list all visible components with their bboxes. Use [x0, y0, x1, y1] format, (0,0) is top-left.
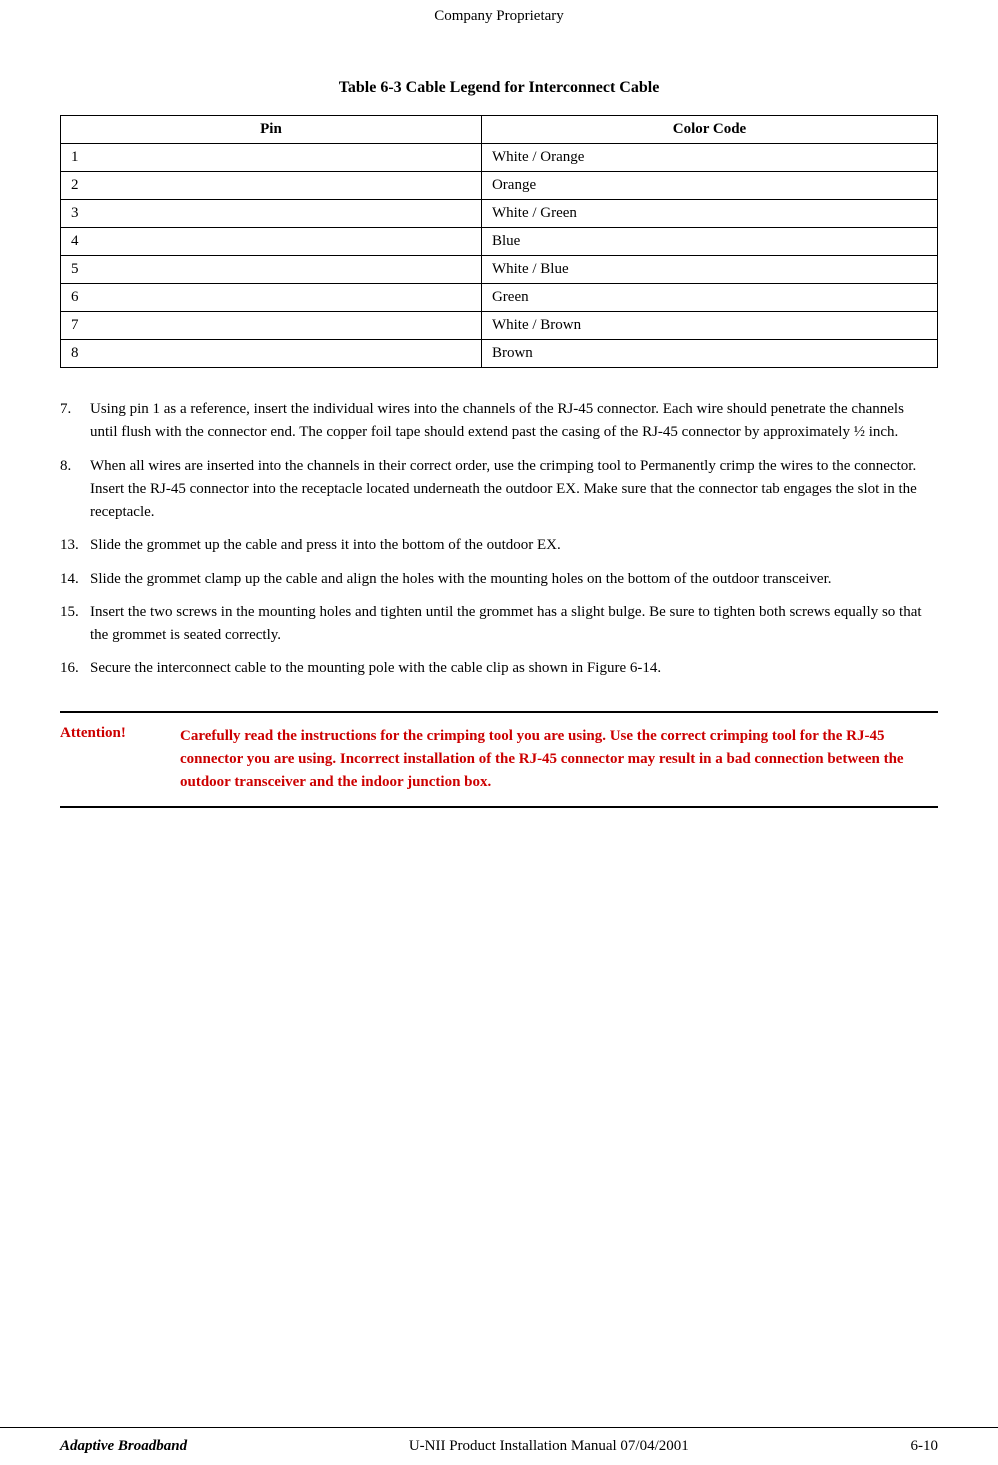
attention-box: Attention! Carefully read the instructio… [60, 711, 938, 809]
table-row: 4Blue [61, 228, 938, 256]
cell-pin: 5 [61, 256, 482, 284]
item-number: 14. [60, 568, 90, 591]
item-number: 15. [60, 601, 90, 624]
col-header-color: Color Code [481, 116, 937, 144]
attention-label: Attention! [60, 725, 180, 795]
page-footer: Adaptive Broadband U-NII Product Install… [0, 1427, 998, 1465]
cell-color: White / Blue [481, 256, 937, 284]
cell-pin: 7 [61, 312, 482, 340]
footer-page-number: 6-10 [911, 1438, 939, 1455]
page-header: Company Proprietary [0, 0, 998, 29]
cell-color: White / Orange [481, 144, 937, 172]
item-text: Slide the grommet clamp up the cable and… [90, 568, 933, 591]
col-header-pin: Pin [61, 116, 482, 144]
attention-content: Attention! Carefully read the instructio… [60, 725, 938, 795]
table-header-row: Pin Color Code [61, 116, 938, 144]
list-item: 7.Using pin 1 as a reference, insert the… [60, 398, 938, 445]
list-item: 13.Slide the grommet up the cable and pr… [60, 534, 938, 557]
cell-pin: 6 [61, 284, 482, 312]
item-number: 7. [60, 398, 90, 421]
cell-color: Green [481, 284, 937, 312]
item-text: Using pin 1 as a reference, insert the i… [90, 398, 933, 445]
cell-pin: 2 [61, 172, 482, 200]
table-title: Table 6-3 Cable Legend for Interconnect … [60, 79, 938, 97]
cell-pin: 4 [61, 228, 482, 256]
table-row: 3White / Green [61, 200, 938, 228]
footer-brand: Adaptive Broadband [60, 1438, 187, 1455]
cell-pin: 1 [61, 144, 482, 172]
table-row: 1White / Orange [61, 144, 938, 172]
item-text: Secure the interconnect cable to the mou… [90, 657, 933, 680]
attention-text: Carefully read the instructions for the … [180, 725, 938, 795]
cell-pin: 8 [61, 340, 482, 368]
table-row: 6Green [61, 284, 938, 312]
cell-color: Brown [481, 340, 937, 368]
cell-color: Blue [481, 228, 937, 256]
list-item: 15.Insert the two screws in the mounting… [60, 601, 938, 648]
cell-color: White / Green [481, 200, 937, 228]
list-item: 14.Slide the grommet clamp up the cable … [60, 568, 938, 591]
table-row: 8Brown [61, 340, 938, 368]
main-content: Table 6-3 Cable Legend for Interconnect … [0, 29, 998, 858]
cell-color: Orange [481, 172, 937, 200]
item-number: 16. [60, 657, 90, 680]
table-row: 2Orange [61, 172, 938, 200]
page-container: Company Proprietary Table 6-3 Cable Lege… [0, 0, 998, 1465]
header-title: Company Proprietary [434, 8, 564, 24]
item-number: 13. [60, 534, 90, 557]
cell-pin: 3 [61, 200, 482, 228]
footer-manual-info: U-NII Product Installation Manual 07/04/… [409, 1438, 689, 1455]
cable-legend-table: Pin Color Code 1White / Orange2Orange3Wh… [60, 115, 938, 368]
cell-color: White / Brown [481, 312, 937, 340]
item-text: When all wires are inserted into the cha… [90, 455, 933, 525]
list-item: 16.Secure the interconnect cable to the … [60, 657, 938, 680]
instructions-list: 7.Using pin 1 as a reference, insert the… [60, 398, 938, 681]
table-row: 7White / Brown [61, 312, 938, 340]
table-row: 5White / Blue [61, 256, 938, 284]
item-text: Slide the grommet up the cable and press… [90, 534, 933, 557]
list-item: 8.When all wires are inserted into the c… [60, 455, 938, 525]
item-text: Insert the two screws in the mounting ho… [90, 601, 933, 648]
item-number: 8. [60, 455, 90, 478]
